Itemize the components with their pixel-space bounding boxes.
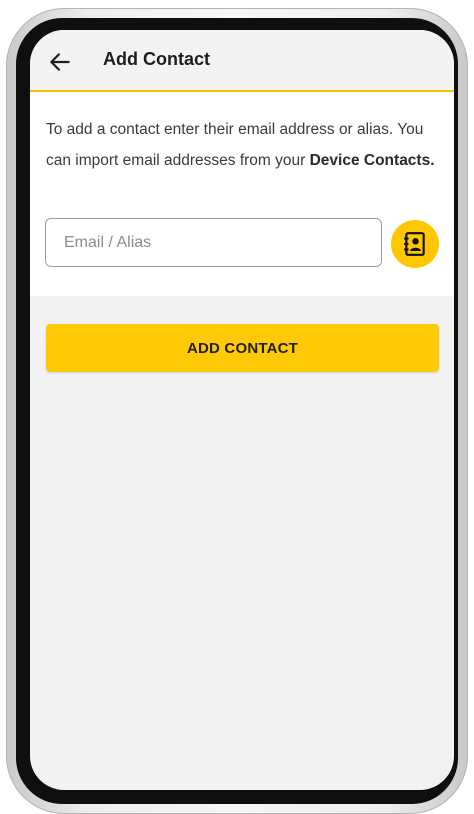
email-alias-input[interactable] (45, 218, 382, 267)
device-contacts-link-text: Device Contacts. (309, 152, 435, 169)
contact-book-icon (404, 232, 425, 256)
page-title: Add Contact (103, 49, 210, 69)
add-contact-button[interactable]: ADD CONTACT (46, 324, 439, 372)
add-contact-form: To add a contact enter their email addre… (30, 92, 454, 296)
instructions-text: To add a contact enter their email addre… (46, 114, 446, 176)
back-button[interactable] (44, 46, 76, 78)
device-contacts-button[interactable] (391, 220, 439, 268)
phone-screen: Add Contact To add a contact enter their… (30, 30, 454, 790)
app-bar: Add Contact (30, 30, 454, 92)
arrow-left-icon (50, 53, 70, 71)
